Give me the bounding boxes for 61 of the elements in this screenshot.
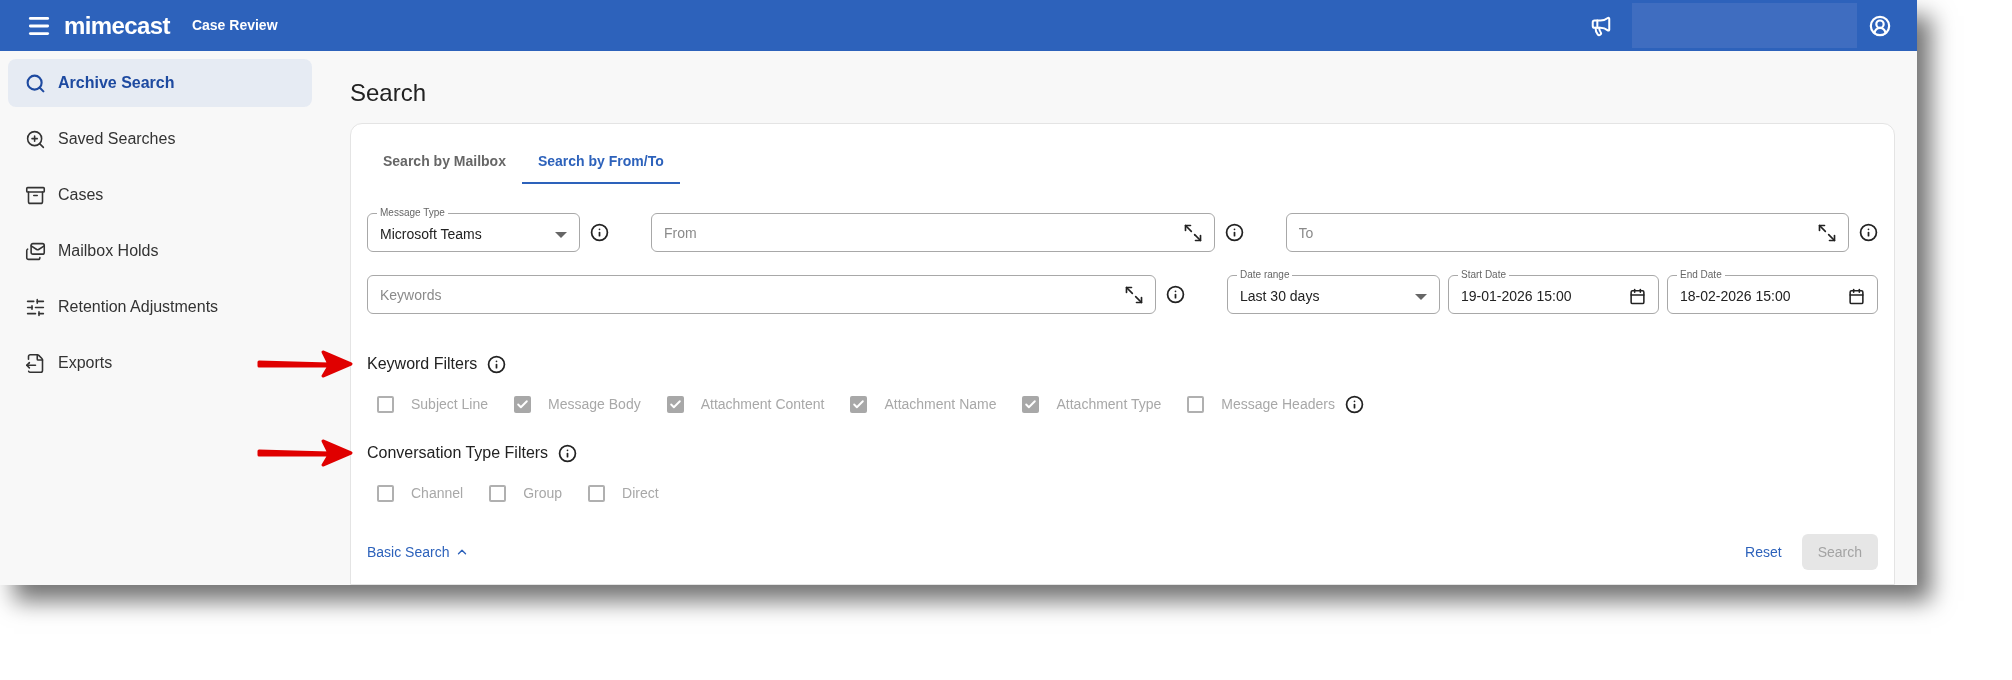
checkmark-icon bbox=[668, 398, 682, 411]
checkbox[interactable] bbox=[377, 396, 394, 413]
info-icon[interactable] bbox=[1166, 285, 1185, 304]
checkbox[interactable] bbox=[850, 396, 868, 413]
info-icon[interactable] bbox=[590, 223, 609, 242]
info-icon[interactable] bbox=[1224, 223, 1244, 242]
sidebar-item[interactable]: Archive Search bbox=[8, 59, 312, 107]
info-icon[interactable] bbox=[1344, 395, 1364, 414]
caret-icon bbox=[1415, 293, 1427, 300]
sidebar-item[interactable]: Exports bbox=[8, 339, 312, 387]
checkbox[interactable] bbox=[489, 485, 507, 502]
product-name: Case Review bbox=[191, 16, 278, 35]
sliders-icon bbox=[25, 296, 46, 318]
megaphone-icon[interactable] bbox=[1590, 14, 1612, 37]
user-avatar-icon[interactable] bbox=[1869, 14, 1891, 37]
tab[interactable]: Search by Mailbox bbox=[367, 140, 522, 184]
sidebar-item[interactable]: Saved Searches bbox=[8, 115, 312, 163]
basic-search-link[interactable]: Basic Search bbox=[367, 541, 470, 563]
reset-button[interactable]: Reset bbox=[1745, 541, 1782, 563]
expand-icon[interactable] bbox=[1182, 222, 1203, 243]
dropdown-field[interactable]: Date range Last 30 days bbox=[1227, 268, 1440, 314]
page-title: Search bbox=[350, 78, 428, 108]
caret-icon bbox=[555, 231, 567, 238]
checkmark-icon bbox=[852, 398, 866, 411]
checkbox[interactable] bbox=[666, 396, 684, 413]
section-title: Conversation Type Filters bbox=[367, 443, 549, 463]
checkmark-icon bbox=[516, 398, 530, 411]
checkbox[interactable] bbox=[1187, 396, 1205, 413]
section-title: Keyword Filters bbox=[367, 354, 478, 374]
tab[interactable]: Search by From/To bbox=[521, 140, 680, 184]
sidebar-item[interactable]: Retention Adjustments bbox=[8, 283, 312, 331]
input-field[interactable]: To bbox=[1285, 213, 1849, 252]
checkbox[interactable] bbox=[1022, 396, 1040, 413]
file-export-icon bbox=[25, 352, 46, 374]
date-field[interactable]: End Date 18-02-2026 15:00 bbox=[1667, 268, 1878, 314]
envelopes-icon bbox=[25, 240, 46, 262]
expand-icon[interactable] bbox=[1124, 284, 1144, 305]
archive-box-icon bbox=[25, 184, 46, 206]
input-field[interactable]: Keywords bbox=[367, 275, 1156, 314]
info-icon[interactable] bbox=[558, 443, 578, 463]
field-label: Date range bbox=[1239, 268, 1291, 282]
dropdown-field[interactable]: Message Type Microsoft Teams bbox=[367, 206, 580, 252]
date-field[interactable]: Start Date 19-01-2026 15:00 bbox=[1448, 268, 1659, 314]
sidebar-item[interactable]: Mailbox Holds bbox=[8, 227, 312, 275]
checkbox[interactable] bbox=[377, 485, 394, 502]
field-label: Message Type bbox=[379, 206, 446, 220]
logo[interactable]: mimecast bbox=[64, 7, 170, 44]
field-label: Start Date bbox=[1460, 268, 1508, 282]
checkmark-icon bbox=[1024, 398, 1038, 411]
info-icon[interactable] bbox=[1859, 223, 1878, 242]
input-field[interactable]: From bbox=[651, 213, 1215, 252]
info-icon[interactable] bbox=[487, 354, 507, 374]
search-icon bbox=[25, 72, 46, 94]
checkbox[interactable] bbox=[514, 396, 532, 413]
expand-icon[interactable] bbox=[1817, 222, 1837, 243]
calendar-icon[interactable] bbox=[1629, 288, 1646, 305]
zoom-in-icon bbox=[25, 128, 46, 150]
checkbox[interactable] bbox=[588, 485, 606, 502]
field-label: End Date bbox=[1679, 268, 1723, 282]
calendar-icon[interactable] bbox=[1848, 288, 1865, 305]
sidebar-item[interactable]: Cases bbox=[8, 171, 312, 219]
